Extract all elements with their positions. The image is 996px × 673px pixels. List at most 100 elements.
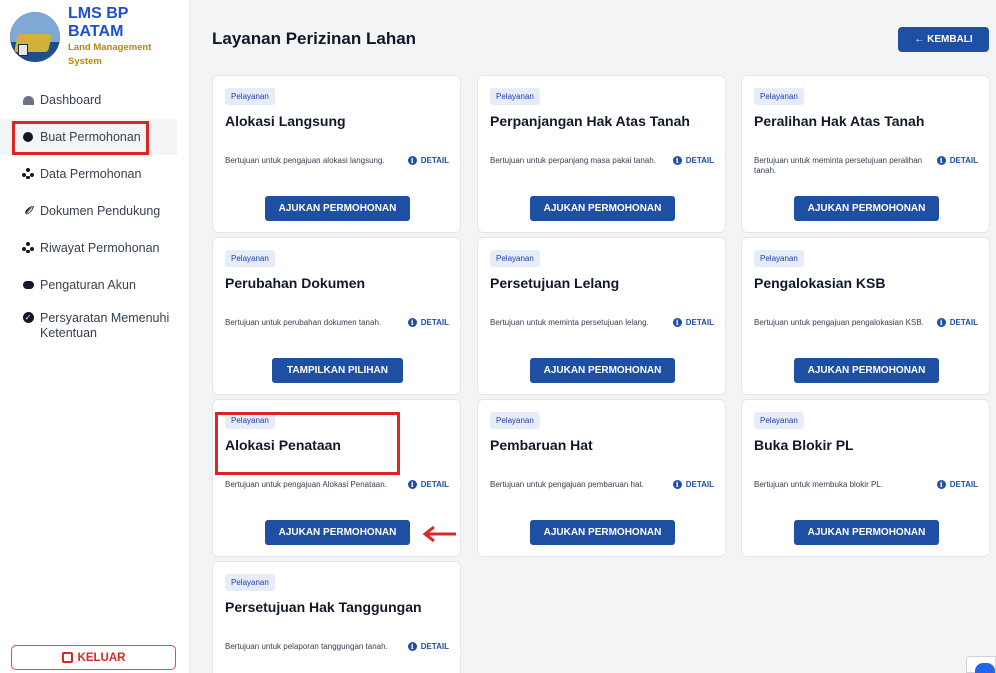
detail-label: DETAIL: [685, 318, 714, 327]
info-icon: i: [407, 156, 417, 165]
service-description: Bertujuan untuk pengajuan Alokasi Penata…: [225, 480, 387, 489]
info-icon: i: [407, 318, 417, 327]
brand[interactable]: LMS BP BATAM Land Management System: [10, 5, 185, 67]
detail-link[interactable]: i DETAIL: [672, 318, 714, 327]
brand-title: LMS BP BATAM: [68, 5, 129, 40]
service-title: Perpanjangan Hak Atas Tanah: [490, 113, 690, 129]
sidebar-item-label: Data Permohonan: [40, 167, 142, 181]
service-description: Bertujuan untuk pengajuan pengalokasian …: [754, 318, 924, 327]
sidebar-item-data-permohonan[interactable]: Data Permohonan: [0, 156, 190, 192]
service-badge: Pelayanan: [490, 412, 540, 429]
service-badge: Pelayanan: [225, 412, 275, 429]
detail-link[interactable]: i DETAIL: [407, 480, 449, 489]
back-button[interactable]: ← KEMBALI: [898, 27, 989, 52]
info-icon: i: [407, 480, 417, 489]
service-card: Pelayanan Persetujuan Lelang Bertujuan u…: [477, 237, 726, 395]
service-title: Peralihan Hak Atas Tanah: [754, 113, 925, 129]
service-card: Pelayanan Peralihan Hak Atas Tanah Bertu…: [741, 75, 990, 233]
detail-label: DETAIL: [420, 642, 449, 651]
detail-label: DETAIL: [949, 156, 978, 165]
logout-label: KELUAR: [77, 651, 126, 664]
sidebar-item-label: Dashboard: [40, 93, 102, 107]
info-icon: i: [936, 318, 946, 327]
sidebar-item-dokumen-pendukung[interactable]: 𝒪 Dokumen Pendukung: [0, 193, 190, 229]
submit-request-button[interactable]: AJUKAN PERMOHONAN: [794, 196, 939, 221]
service-description: Bertujuan untuk pengajuan pembaruan hat.: [490, 480, 644, 489]
info-icon: i: [672, 480, 682, 489]
annotation-arrow-icon: [422, 525, 456, 543]
logout-icon: [61, 652, 73, 663]
check-circle-icon: ✓: [22, 311, 34, 323]
detail-link[interactable]: i DETAIL: [936, 480, 978, 489]
toggle-icon: [22, 279, 34, 291]
service-description: Bertujuan untuk meminta persetujuan pera…: [754, 156, 923, 175]
submit-request-button[interactable]: AJUKAN PERMOHONAN: [530, 520, 675, 545]
submit-request-button[interactable]: AJUKAN PERMOHONAN: [530, 196, 675, 221]
service-title: Alokasi Langsung: [225, 113, 346, 129]
service-description: Bertujuan untuk perpanjang masa pakai ta…: [490, 156, 656, 165]
detail-link[interactable]: i DETAIL: [936, 318, 978, 327]
service-description: Bertujuan untuk pengajuan alokasi langsu…: [225, 156, 385, 165]
submit-request-button[interactable]: AJUKAN PERMOHONAN: [794, 520, 939, 545]
submit-request-button[interactable]: AJUKAN PERMOHONAN: [265, 196, 410, 221]
info-icon: i: [936, 480, 946, 489]
submit-request-button[interactable]: AJUKAN PERMOHONAN: [530, 358, 675, 383]
dashboard-icon: [22, 94, 34, 106]
detail-label: DETAIL: [949, 318, 978, 327]
submit-request-button[interactable]: AJUKAN PERMOHONAN: [265, 520, 410, 545]
users-icon: [22, 242, 34, 254]
service-title: Alokasi Penataan: [225, 437, 341, 453]
show-options-button[interactable]: TAMPILKAN PILIHAN: [272, 358, 403, 383]
sidebar: LMS BP BATAM Land Management System Dash…: [0, 0, 190, 673]
sidebar-item-dashboard[interactable]: Dashboard: [0, 82, 190, 118]
service-badge: Pelayanan: [754, 88, 804, 105]
service-badge: Pelayanan: [754, 412, 804, 429]
service-badge: Pelayanan: [225, 88, 275, 105]
service-card: Pelayanan Buka Blokir PL Bertujuan untuk…: [741, 399, 990, 557]
info-icon: i: [407, 642, 417, 651]
sidebar-item-buat-permohonan[interactable]: Buat Permohonan: [0, 119, 177, 155]
info-icon: i: [672, 318, 682, 327]
service-description: Bertujuan untuk meminta persetujuan lela…: [490, 318, 649, 327]
sidebar-item-label: Persyaratan Memenuhi Ketentuan: [40, 311, 170, 340]
submit-request-button[interactable]: AJUKAN PERMOHONAN: [794, 358, 939, 383]
service-badge: Pelayanan: [225, 250, 275, 267]
detail-label: DETAIL: [420, 156, 449, 165]
service-card: Pelayanan Persetujuan Hak Tanggungan Ber…: [212, 561, 461, 673]
logout-button[interactable]: KELUAR: [11, 645, 176, 670]
detail-link[interactable]: i DETAIL: [672, 156, 714, 165]
sidebar-item-pengaturan-akun[interactable]: Pengaturan Akun: [0, 267, 190, 303]
info-icon: i: [672, 156, 682, 165]
floating-widget-icon[interactable]: [966, 656, 996, 673]
service-title: Buka Blokir PL: [754, 437, 854, 453]
detail-label: DETAIL: [685, 480, 714, 489]
service-title: Pengalokasian KSB: [754, 275, 886, 291]
service-description: Bertujuan untuk pelaporan tanggungan tan…: [225, 642, 388, 651]
service-badge: Pelayanan: [490, 88, 540, 105]
service-card: Pelayanan Pembaruan Hat Bertujuan untuk …: [477, 399, 726, 557]
detail-link[interactable]: i DETAIL: [407, 318, 449, 327]
sidebar-item-riwayat-permohonan[interactable]: Riwayat Permohonan: [0, 230, 190, 266]
service-card: Pelayanan Alokasi Langsung Bertujuan unt…: [212, 75, 461, 233]
service-card: Pelayanan Perubahan Dokumen Bertujuan un…: [212, 237, 461, 395]
service-card: Pelayanan Pengalokasian KSB Bertujuan un…: [741, 237, 990, 395]
detail-link[interactable]: i DETAIL: [936, 156, 978, 165]
service-title: Persetujuan Lelang: [490, 275, 620, 291]
detail-label: DETAIL: [685, 156, 714, 165]
detail-link[interactable]: i DETAIL: [672, 480, 714, 489]
service-badge: Pelayanan: [754, 250, 804, 267]
sidebar-nav: Dashboard Buat Permohonan Data Permohona…: [0, 82, 190, 349]
sidebar-item-persyaratan[interactable]: ✓ Persyaratan Memenuhi Ketentuan: [0, 304, 190, 348]
sidebar-item-label: Riwayat Permohonan: [40, 241, 160, 255]
service-badge: Pelayanan: [490, 250, 540, 267]
sidebar-item-label: Dokumen Pendukung: [40, 204, 161, 218]
sidebar-item-label: Buat Permohonan: [40, 130, 141, 144]
service-description: Bertujuan untuk perubahan dokumen tanah.: [225, 318, 382, 327]
detail-link[interactable]: i DETAIL: [407, 156, 449, 165]
detail-label: DETAIL: [949, 480, 978, 489]
service-title: Perubahan Dokumen: [225, 275, 366, 291]
detail-label: DETAIL: [420, 318, 449, 327]
detail-link[interactable]: i DETAIL: [407, 642, 449, 651]
paperclip-icon: 𝒪: [24, 204, 32, 217]
service-title: Pembaruan Hat: [490, 437, 593, 453]
